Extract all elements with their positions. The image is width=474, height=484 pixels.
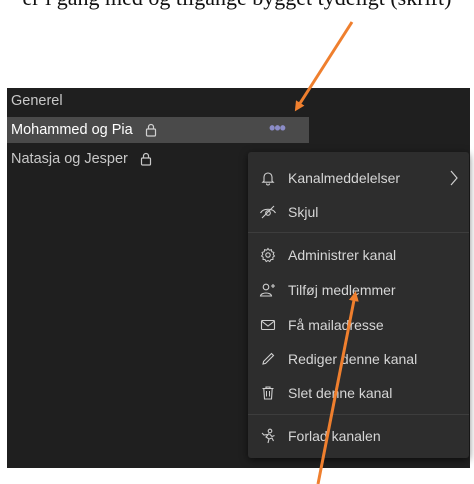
arrow-top: [294, 21, 354, 112]
annotation-arrows: [294, 21, 359, 484]
arrow-bottom: [316, 291, 359, 484]
